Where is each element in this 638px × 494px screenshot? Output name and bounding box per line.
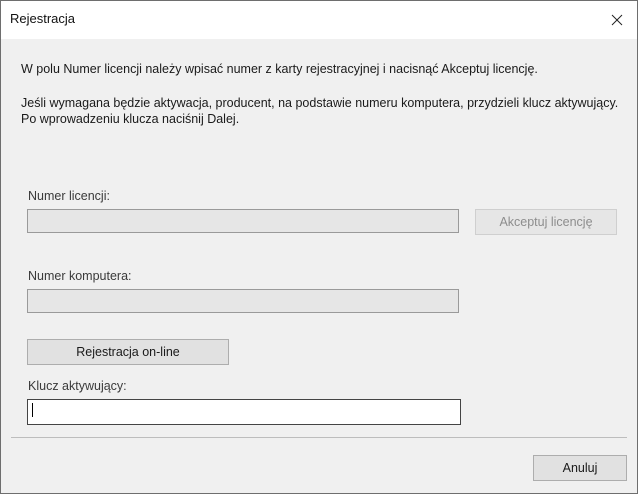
instruction-text-2: Jeśli wymagana będzie aktywacja, produce… — [21, 96, 619, 126]
registration-dialog: Rejestracja W polu Numer licencji należy… — [0, 0, 638, 494]
close-button[interactable] — [597, 1, 637, 39]
footer-separator — [11, 437, 627, 438]
license-number-label: Numer licencji: — [28, 189, 110, 203]
dialog-title: Rejestracja — [10, 11, 76, 26]
computer-number-label: Numer komputera: — [28, 269, 132, 283]
license-number-input[interactable] — [27, 209, 459, 233]
activation-key-input[interactable] — [27, 399, 461, 425]
instruction-text-1: W polu Numer licencji należy wpisać nume… — [21, 62, 538, 76]
online-registration-button[interactable]: Rejestracja on-line — [27, 339, 229, 365]
computer-number-input[interactable] — [27, 289, 459, 313]
text-caret — [32, 403, 33, 417]
activation-key-label: Klucz aktywujący: — [28, 379, 127, 393]
accept-license-button[interactable]: Akceptuj licencję — [475, 209, 617, 235]
cancel-button[interactable]: Anuluj — [533, 455, 627, 481]
title-bar: Rejestracja — [1, 1, 637, 39]
activation-key-field — [27, 399, 461, 425]
close-icon — [611, 14, 623, 26]
